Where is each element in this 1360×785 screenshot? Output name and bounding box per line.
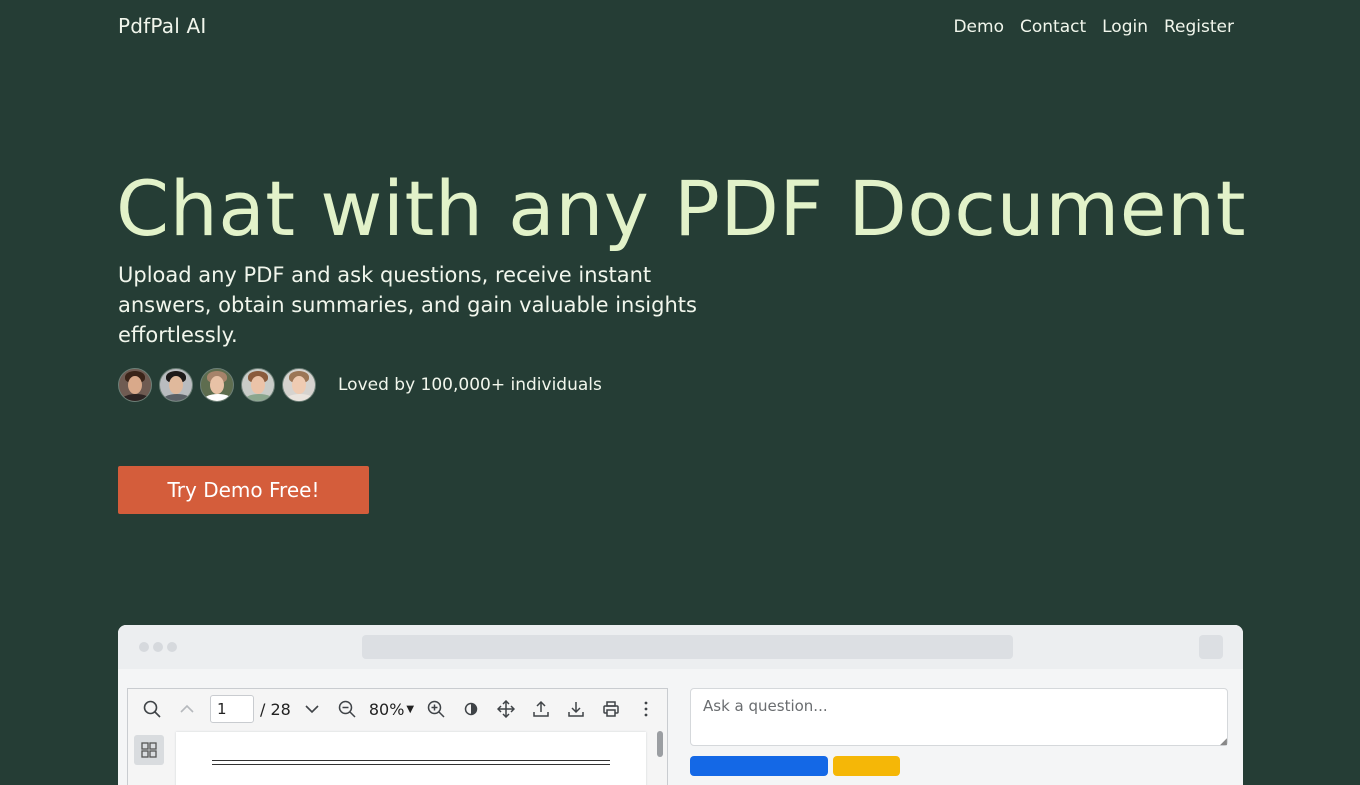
avatar [200, 368, 234, 402]
chevron-up-icon[interactable] [169, 689, 204, 729]
ask-button[interactable] [690, 756, 828, 776]
caret-down-icon: ▼ [406, 703, 415, 715]
clear-button[interactable] [833, 756, 900, 776]
pdf-page [176, 732, 646, 785]
try-demo-button[interactable]: Try Demo Free! [118, 466, 369, 514]
chevron-down-icon[interactable] [295, 689, 330, 729]
window-dot [139, 642, 149, 652]
pan-icon[interactable] [488, 689, 523, 729]
pdf-toolbar: / 28 80% ▼ [128, 689, 667, 729]
hero-subtitle: Upload any PDF and ask questions, receiv… [118, 263, 697, 347]
zoom-in-icon[interactable] [418, 689, 453, 729]
avatar [118, 368, 152, 402]
upload-icon[interactable] [523, 689, 558, 729]
browser-chrome [118, 625, 1243, 669]
window-dot [167, 642, 177, 652]
download-icon[interactable] [558, 689, 593, 729]
address-bar [362, 635, 1013, 659]
theme-icon[interactable] [453, 689, 488, 729]
resize-handle-icon[interactable]: ◢ [1220, 737, 1227, 747]
zoom-out-icon[interactable] [330, 689, 365, 729]
avatar-group [118, 368, 316, 402]
social-proof: Loved by 100,000+ individuals [118, 368, 602, 402]
nav-link-contact[interactable]: Contact [1020, 17, 1086, 37]
zoom-value: 80% [368, 699, 405, 719]
zoom-select[interactable]: 80% ▼ [369, 700, 414, 719]
hero-title: Chat with any PDF Document [116, 164, 1246, 253]
browser-button [1199, 635, 1223, 659]
top-nav: Demo Contact Login Register [953, 17, 1234, 37]
pdf-canvas [128, 729, 667, 785]
print-icon[interactable] [593, 689, 628, 729]
more-options-icon[interactable] [628, 689, 663, 729]
nav-link-demo[interactable]: Demo [953, 17, 1004, 37]
nav-link-register[interactable]: Register [1164, 17, 1234, 37]
avatar [159, 368, 193, 402]
page-number-input[interactable] [210, 695, 254, 723]
social-proof-text: Loved by 100,000+ individuals [338, 375, 602, 395]
search-icon[interactable] [134, 689, 169, 729]
avatar [241, 368, 275, 402]
avatar [282, 368, 316, 402]
question-input[interactable] [690, 688, 1228, 746]
app-preview: / 28 80% ▼ [118, 625, 1243, 785]
pdf-viewer: / 28 80% ▼ [127, 688, 668, 785]
page-total: / 28 [260, 699, 291, 719]
window-dot [153, 642, 163, 652]
logo[interactable]: PdfPal AI [118, 14, 207, 38]
page-rule [212, 760, 610, 765]
nav-link-login[interactable]: Login [1102, 17, 1148, 37]
scrollbar[interactable] [657, 731, 663, 757]
thumbnail-grid-icon[interactable] [134, 735, 164, 765]
